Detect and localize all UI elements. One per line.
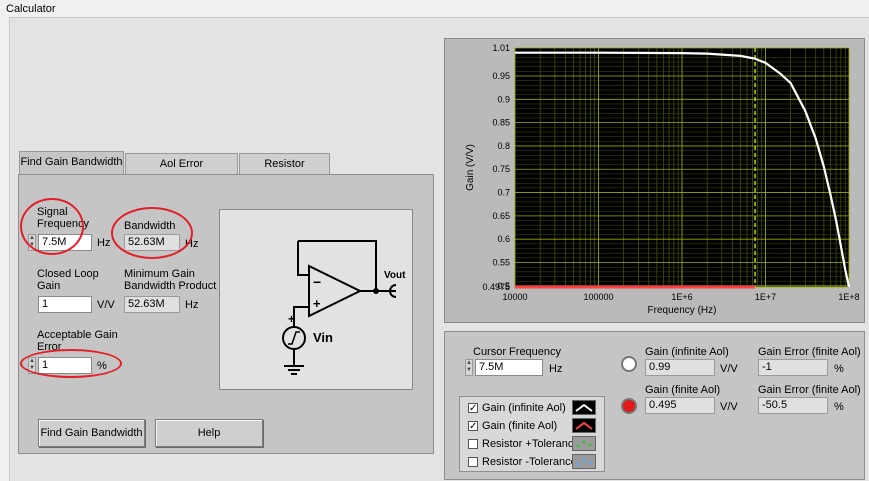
opamp-minus-sign: −: [313, 274, 322, 290]
highlight-oval-gain-error: [20, 349, 122, 378]
min-gbw-label-2: Bandwidth Product: [124, 280, 217, 292]
gain-vs-frequency-graph: 1.01 0.95 0.9 0.85 0.8 0.75 0.7 0.65 0.6 0.55 0.5 0…: [444, 38, 865, 323]
gain-finite-indicator: 0.495: [645, 397, 715, 414]
min-gbw-label-1: Minimum Gain: [124, 268, 195, 280]
vout-label: Vout: [384, 270, 406, 281]
gain-infinite-unit: V/V: [720, 363, 738, 375]
legend-swatch-green-dots-icon[interactable]: [572, 436, 596, 451]
x-tick-label: 1E+8: [838, 292, 859, 302]
y-tick-label: 0.9: [497, 94, 510, 104]
legend-checkbox-gain-infinite[interactable]: ✓: [468, 403, 478, 414]
plot-legend: ✓ Gain (infinite Aol) ✓ Gain (finite Aol…: [459, 396, 605, 472]
min-gbw-unit: Hz: [185, 299, 199, 311]
legend-swatch-white-line-icon[interactable]: [572, 400, 596, 415]
y-tick-label: 1.01: [492, 43, 510, 53]
legend-label-gain-infinite: Gain (infinite Aol): [482, 402, 566, 414]
y-tick-label: 0.6: [497, 234, 510, 244]
legend-checkbox-resistor-plus[interactable]: [468, 439, 478, 449]
y-tick-label: 0.8: [497, 141, 510, 151]
legend-swatch-red-line-icon[interactable]: [572, 418, 596, 433]
opamp-schematic: − + + Vout Vin: [219, 209, 413, 390]
closed-loop-gain-unit: V/V: [97, 299, 115, 311]
tab-aol-error-considerations[interactable]: Aol Error Considerations: [125, 153, 238, 190]
vin-label: Vin: [313, 330, 333, 345]
y-tick-label: 0.95: [492, 71, 510, 81]
y-axis-label: Gain (V/V): [465, 144, 476, 191]
opamp-plus-sign: +: [313, 296, 321, 311]
gain-finite-led: [621, 398, 637, 414]
find-gain-bandwidth-button[interactable]: Find Gain Bandwidth: [38, 419, 145, 447]
gain-error-infinite-unit: %: [834, 363, 844, 375]
help-button[interactable]: Help: [155, 419, 263, 447]
tab-resistor-tolerance[interactable]: Resistor Tolerance: [239, 153, 330, 190]
closed-loop-gain-label-2: Gain: [37, 280, 61, 292]
legend-swatch-blue-dots-icon[interactable]: [572, 454, 596, 469]
x-tick-label: 1E+7: [755, 292, 776, 302]
y-tick-label: 0.75: [492, 164, 510, 174]
gain-error-finite-label: Gain Error (finite Aol): [758, 384, 861, 396]
highlight-oval-signal-frequency: [20, 198, 84, 255]
cursor-frequency-unit: Hz: [549, 363, 563, 375]
cursor-frequency-spinner[interactable]: ▲ ▼: [465, 359, 473, 376]
x-tick-label: 100000: [583, 292, 613, 302]
window-title: Calculator: [6, 3, 56, 15]
vin-plus-sign: +: [288, 312, 296, 326]
legend-checkbox-gain-finite[interactable]: ✓: [468, 421, 478, 432]
highlight-oval-bandwidth: [111, 207, 193, 259]
gain-error-finite-unit: %: [834, 401, 844, 413]
gain-infinite-indicator: 0.99: [645, 359, 715, 376]
closed-loop-gain-label-1: Closed Loop: [37, 268, 99, 280]
gain-finite-label: Gain (finite Aol): [645, 384, 721, 396]
signal-frequency-unit: Hz: [97, 237, 111, 249]
gain-finite-unit: V/V: [720, 401, 738, 413]
min-gbw-indicator: 52.63M: [124, 296, 180, 313]
gain-error-infinite-indicator: -1: [758, 359, 828, 376]
gain-error-infinite-label: Gain Error (finite Aol): [758, 346, 861, 358]
y-tick-label: 0.4975: [482, 282, 510, 292]
x-tick-label: 10000: [502, 292, 527, 302]
tab-find-gain-bandwidth[interactable]: Find Gain Bandwidth: [19, 151, 124, 174]
gain-infinite-led: [621, 356, 637, 372]
gain-infinite-label: Gain (infinite Aol): [645, 346, 729, 358]
cursor-frequency-input[interactable]: 7.5M: [475, 359, 543, 376]
gain-error-finite-indicator: -50.5: [758, 397, 828, 414]
x-axis-label: Frequency (Hz): [648, 305, 717, 316]
y-tick-label: 0.55: [492, 258, 510, 268]
legend-label-resistor-plus: Resistor +Tolerance: [482, 438, 580, 450]
legend-label-gain-finite: Gain (finite Aol): [482, 420, 558, 432]
y-tick-label: 0.65: [492, 211, 510, 221]
closed-loop-gain-input[interactable]: 1: [38, 296, 92, 313]
y-tick-label: 0.7: [497, 188, 510, 198]
x-tick-label: 1E+6: [671, 292, 692, 302]
legend-label-resistor-minus: Resistor -Tolerance: [482, 456, 577, 468]
cursor-frequency-label: Cursor Frequency: [473, 346, 562, 358]
legend-checkbox-resistor-minus[interactable]: [468, 457, 478, 467]
gain-chart[interactable]: 1.010.950.90.850.80.750.70.650.60.550.50…: [445, 39, 864, 322]
acceptable-gain-error-label-1: Acceptable Gain: [37, 329, 118, 341]
y-tick-label: 0.85: [492, 118, 510, 128]
